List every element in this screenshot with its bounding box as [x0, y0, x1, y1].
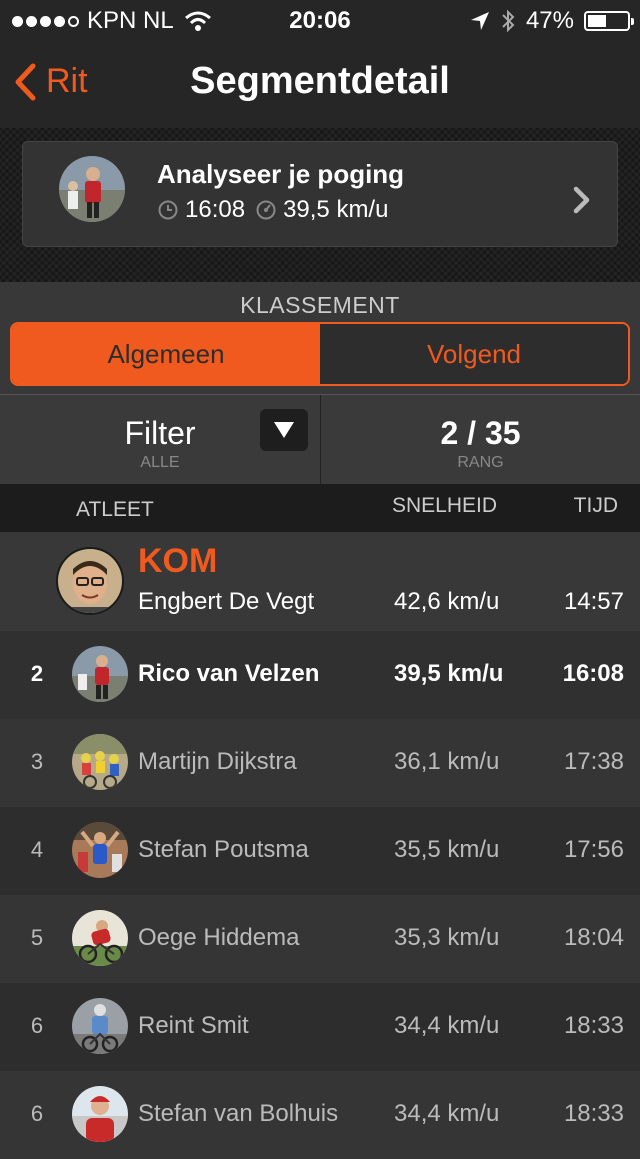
athlete-time: 17:38 — [563, 748, 624, 775]
battery-icon — [584, 11, 634, 31]
avatar — [56, 547, 124, 615]
avatar — [72, 646, 128, 702]
athlete-rank: 3 — [30, 749, 44, 774]
kom-row[interactable]: KOM Engbert De Vegt 42,6 km/u 14:57 — [0, 532, 640, 631]
attempt-time: 16:08 — [185, 196, 246, 223]
battery-fill — [588, 15, 606, 27]
status-bar: KPN NL 20:06 47% — [0, 0, 640, 40]
table-row[interactable]: 6 Reint Smit 34,4 km/u 18:33 — [0, 983, 640, 1071]
athlete-time: 18:33 — [563, 1100, 624, 1127]
attempt-section: Analyseer je poging 16:08 39,5 km/u — [0, 128, 640, 282]
battery-percent: 47% — [525, 7, 574, 34]
rank-label: RANG — [457, 454, 504, 471]
kom-label: KOM — [138, 542, 218, 580]
athlete-time: 17:56 — [563, 836, 624, 863]
page-title: Segmentdetail — [190, 60, 450, 102]
athlete-name: Stefan van Bolhuis — [138, 1100, 339, 1127]
filter-dropdown-button[interactable] — [260, 409, 308, 451]
navigation-bar: Rit Segmentdetail — [0, 40, 640, 128]
card-title: Analyseer je poging — [157, 159, 405, 189]
table-row[interactable]: 2 Rico van Velzen 39,5 km/u 16:08 — [0, 631, 640, 719]
avatar — [72, 1086, 128, 1142]
filter-value: ALLE — [140, 454, 180, 471]
status-right-group: 47% — [470, 7, 634, 35]
athlete-rank: 2 — [30, 661, 44, 686]
athlete-time: 16:08 — [562, 660, 624, 687]
athlete-speed: 42,6 km/u — [394, 588, 500, 615]
location-arrow-icon — [470, 12, 489, 30]
column-athlete: ATLEET — [76, 498, 154, 521]
column-speed: SNELHEID — [392, 494, 498, 517]
leaderboard-segmented-control: Algemeen Volgend — [10, 322, 630, 386]
athlete-speed: 34,4 km/u — [394, 1100, 500, 1127]
bluetooth-icon — [502, 9, 515, 33]
athlete-speed: 35,3 km/u — [394, 924, 500, 951]
athlete-rank: 6 — [30, 1101, 44, 1126]
chevron-right-icon — [573, 186, 590, 214]
triangle-down-icon — [274, 422, 294, 438]
athlete-time: 18:33 — [563, 1012, 624, 1039]
athlete-time: 18:04 — [563, 924, 624, 951]
tab-algemeen[interactable]: Algemeen — [12, 324, 320, 384]
filter-section[interactable]: Filter ALLE — [0, 395, 321, 485]
attempt-speed: 39,5 km/u — [283, 196, 389, 223]
avatar — [72, 822, 128, 878]
athlete-time: 14:57 — [563, 588, 624, 615]
analyze-attempt-card[interactable]: Analyseer je poging 16:08 39,5 km/u — [22, 141, 618, 247]
table-row[interactable]: 6 Stefan van Bolhuis 34,4 km/u 18:33 — [0, 1071, 640, 1159]
athlete-rank: 6 — [30, 1013, 44, 1038]
section-label: KLASSEMENT — [240, 292, 400, 318]
tab-volgend[interactable]: Volgend — [320, 324, 628, 384]
table-row[interactable]: 4 Stefan Poutsma 35,5 km/u 17:56 — [0, 807, 640, 895]
clock-icon — [158, 200, 178, 220]
leaderboard-header: KLASSEMENT Algemeen Volgend — [0, 282, 640, 394]
avatar — [72, 998, 128, 1054]
athlete-speed: 34,4 km/u — [394, 1012, 500, 1039]
athlete-speed: 35,5 km/u — [394, 836, 500, 863]
athlete-speed: 39,5 km/u — [394, 660, 504, 687]
athlete-name: Martijn Dijkstra — [138, 748, 297, 775]
card-meta: 16:08 39,5 km/u — [157, 196, 388, 224]
athlete-name: Oege Hiddema — [138, 924, 300, 951]
athlete-name: Stefan Poutsma — [138, 836, 309, 863]
athlete-name: Rico van Velzen — [138, 660, 320, 687]
table-row[interactable]: 3 Martijn Dijkstra 36,1 km/u 17:38 — [0, 719, 640, 807]
avatar — [59, 156, 125, 222]
table-row[interactable]: 5 Oege Hiddema 35,3 km/u 18:04 — [0, 895, 640, 983]
avatar — [72, 910, 128, 966]
athlete-rank: 4 — [30, 837, 44, 862]
column-headers: ATLEET SNELHEID TIJD — [0, 484, 640, 532]
athlete-rank: 5 — [30, 925, 44, 950]
leaderboard-list: KOM Engbert De Vegt 42,6 km/u 14:57 2 Ri… — [0, 532, 640, 1159]
column-time: TIJD — [573, 494, 618, 517]
athlete-name: Reint Smit — [138, 1012, 249, 1039]
speedometer-icon — [256, 200, 276, 220]
athlete-speed: 36,1 km/u — [394, 748, 500, 775]
rank-value: 2 / 35 — [440, 415, 521, 451]
avatar — [72, 734, 128, 790]
athlete-name: Engbert De Vegt — [138, 588, 315, 615]
filter-bar: Filter ALLE 2 / 35 RANG — [0, 394, 640, 485]
